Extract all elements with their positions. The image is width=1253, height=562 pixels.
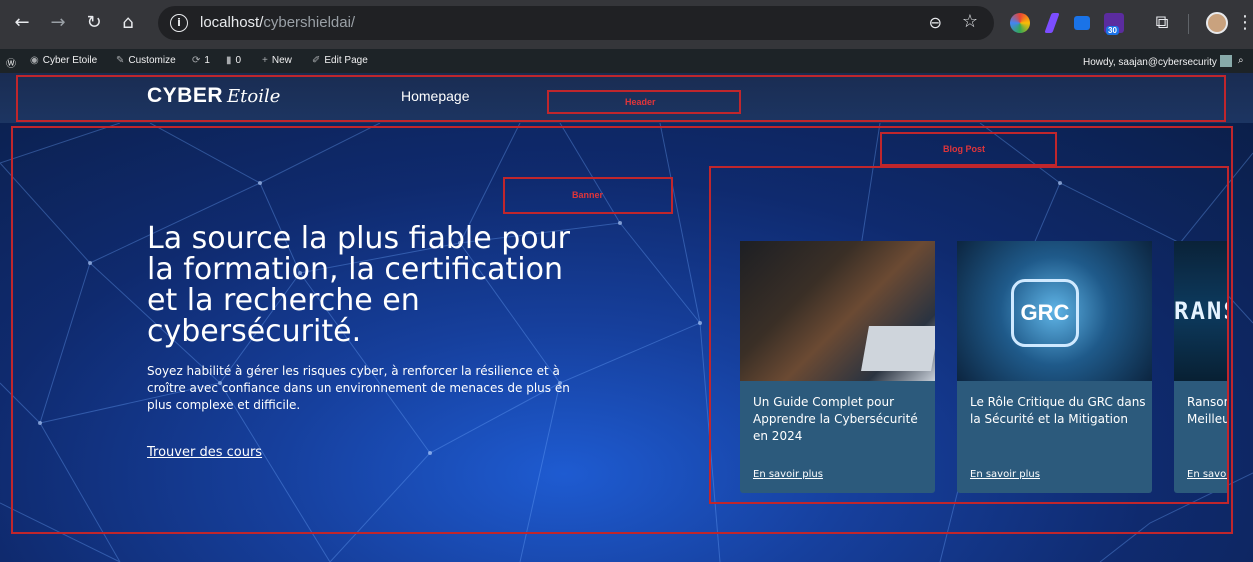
site-page: CYBER Etoile Homepage La source la plus f… — [0, 73, 1253, 562]
user-avatar — [1219, 55, 1232, 67]
address-bar[interactable]: i localhost/cybershieldai/ ⊖ ☆ — [158, 6, 994, 40]
extension-color-icon[interactable] — [1010, 13, 1030, 33]
admin-updates[interactable]: ⟳ 1 — [192, 55, 210, 66]
reload-icon[interactable]: ↻ — [82, 11, 106, 35]
pencil-icon: ✐ — [312, 55, 321, 66]
header-annotation-label: Header — [625, 97, 656, 107]
extension-badge: 30 — [1106, 26, 1119, 35]
admin-comments[interactable]: ▮ 0 — [226, 55, 241, 66]
back-icon[interactable]: ← — [10, 11, 34, 35]
dashboard-icon: ◉ — [30, 55, 39, 66]
site-info-icon[interactable]: i — [170, 14, 188, 32]
blog-annotation-box — [709, 166, 1229, 504]
admin-search-icon[interactable]: ⌕ — [1238, 55, 1244, 66]
toolbar-divider — [1188, 14, 1189, 34]
wordpress-logo-icon[interactable]: Ⓦ — [6, 55, 16, 70]
admin-new[interactable]: + New — [262, 55, 292, 66]
blog-annotation-label: Blog Post — [943, 144, 985, 154]
admin-howdy[interactable]: Howdy, saajan@cybersecurity — [1083, 55, 1232, 68]
extensions-icon[interactable]: ⧉ — [1150, 11, 1174, 35]
admin-edit-page[interactable]: ✐ Edit Page — [312, 55, 368, 66]
zoom-icon[interactable]: ⊖ — [929, 13, 942, 32]
updates-icon: ⟳ — [192, 55, 201, 66]
extension-pen-icon[interactable] — [1044, 13, 1060, 33]
profile-avatar[interactable] — [1206, 12, 1228, 34]
extension-blue-icon[interactable] — [1074, 16, 1090, 30]
browser-toolbar: ← → ↻ ⌂ i localhost/cybershieldai/ ⊖ ☆ 3… — [0, 0, 1253, 49]
url-text[interactable]: localhost/cybershieldai/ — [200, 14, 355, 31]
bookmark-star-icon[interactable]: ☆ — [962, 11, 978, 32]
forward-icon[interactable]: → — [46, 11, 70, 35]
home-icon[interactable]: ⌂ — [116, 11, 140, 35]
brush-icon: ✎ — [116, 55, 125, 66]
wp-admin-bar: Ⓦ ◉ Cyber Etoile ✎ Customize ⟳ 1 ▮ 0 + New ✐ E… — [0, 49, 1253, 73]
menu-icon[interactable]: ⋮ — [1236, 11, 1253, 35]
admin-customize[interactable]: ✎ Customize — [116, 55, 176, 66]
banner-annotation-label: Banner — [572, 190, 604, 200]
plus-icon: + — [262, 55, 268, 66]
comment-icon: ▮ — [226, 55, 232, 66]
admin-site-name[interactable]: ◉ Cyber Etoile — [30, 55, 97, 66]
